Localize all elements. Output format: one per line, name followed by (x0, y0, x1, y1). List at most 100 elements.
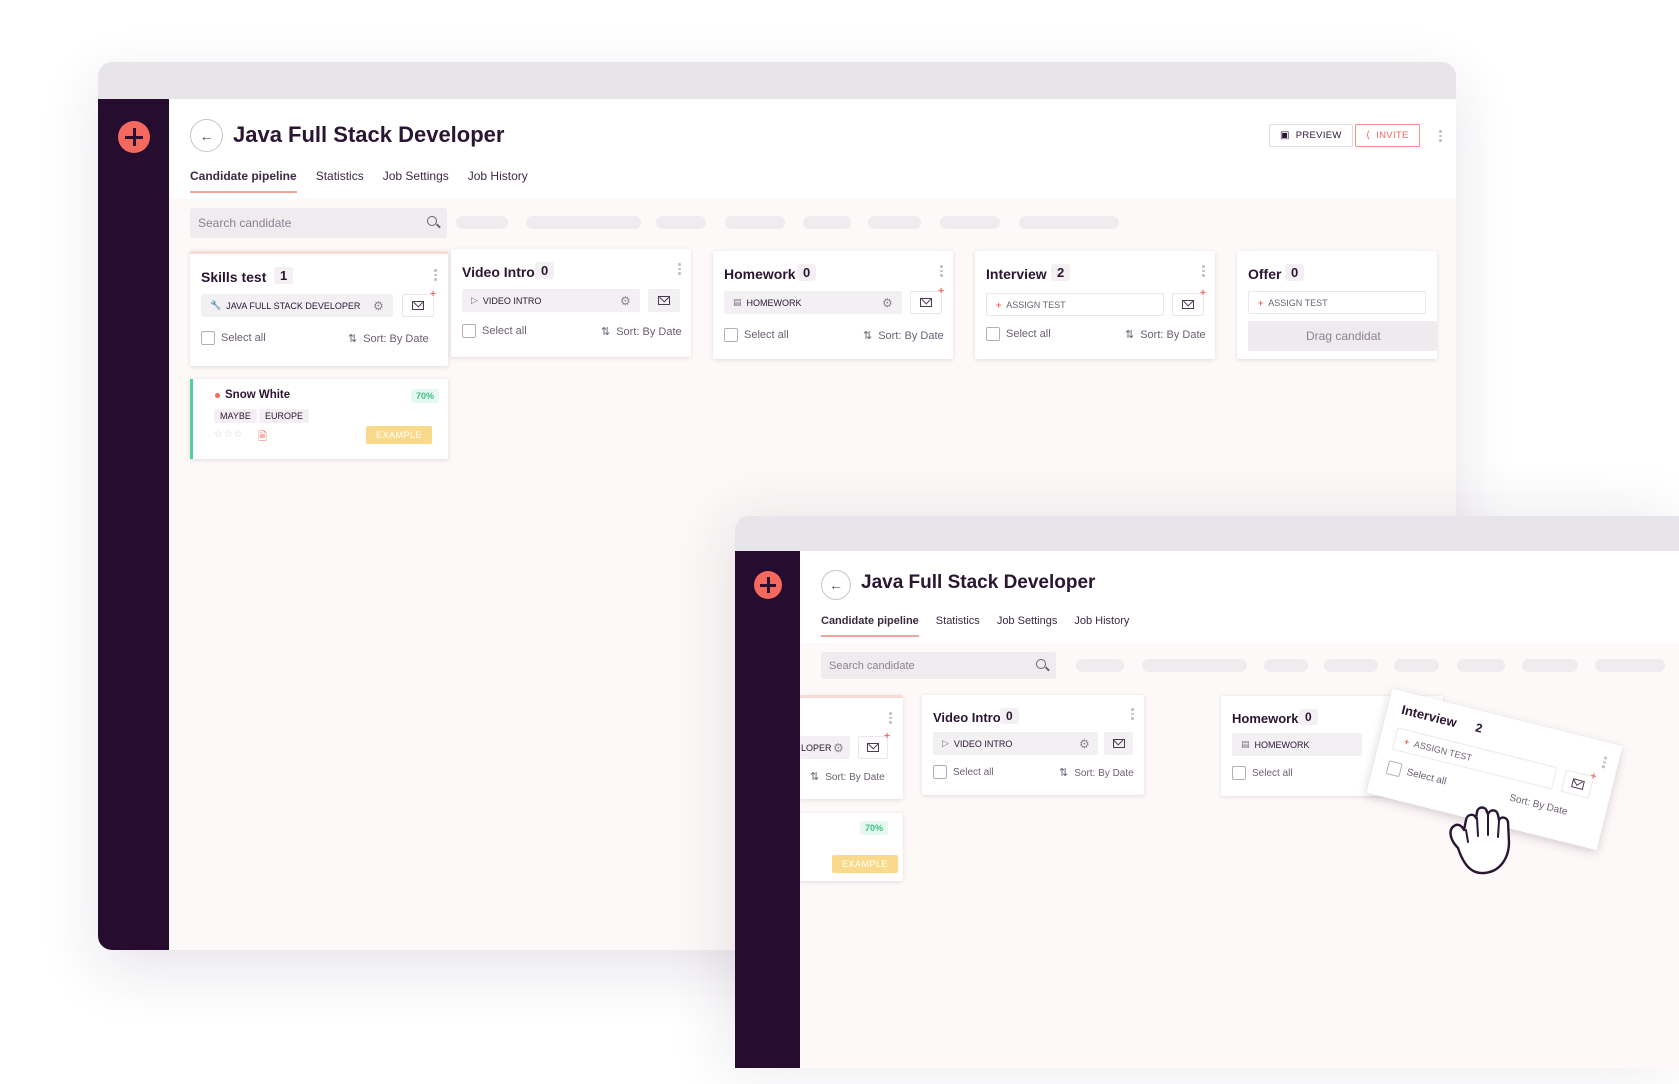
column-menu-icon[interactable] (1601, 756, 1607, 769)
drag-label: Drag candidat (1306, 329, 1381, 343)
column-menu-icon[interactable] (1131, 708, 1134, 721)
document-icon: ▤ (733, 297, 742, 307)
tab-job-settings[interactable]: Job Settings (997, 615, 1058, 637)
column-menu-icon[interactable] (940, 265, 943, 278)
select-all[interactable]: Select all (1232, 766, 1293, 780)
test-chip-label: HOMEWORK (746, 297, 802, 308)
tab-candidate-pipeline[interactable]: Candidate pipeline (821, 615, 919, 637)
select-all[interactable]: Select all (1385, 760, 1448, 788)
plus-icon: + (884, 731, 890, 742)
window-titlebar (98, 62, 1456, 99)
sort-control[interactable]: ⇅ Sort: By Date (810, 770, 885, 783)
back-button[interactable]: ← (190, 119, 223, 152)
email-button[interactable]: + (858, 731, 890, 759)
column-menu-icon[interactable] (678, 263, 681, 276)
sort-label: Sort: By Date (616, 326, 682, 338)
tab-job-settings[interactable]: Job Settings (383, 169, 449, 193)
gear-icon[interactable]: ⚙ (373, 299, 384, 313)
logo-plus-icon[interactable] (118, 121, 150, 153)
document-icon[interactable]: 🗎 (258, 428, 267, 447)
email-button[interactable]: + (910, 286, 944, 314)
test-chip-label: LOPER (801, 742, 832, 753)
logo-plus-icon[interactable] (754, 571, 782, 599)
gear-icon[interactable]: ⚙ (833, 741, 844, 755)
select-all[interactable]: Select all (724, 328, 789, 342)
column-count: 2 (1051, 264, 1071, 281)
select-all[interactable]: Select all (462, 324, 527, 338)
checkbox[interactable] (462, 324, 476, 338)
email-button[interactable]: + (1172, 288, 1206, 316)
placeholder-pill (1076, 659, 1124, 672)
sort-control[interactable]: ⇅ Sort: By Date (601, 325, 682, 338)
checkbox[interactable] (1385, 760, 1403, 778)
sort-control[interactable]: ⇅ Sort: By Date (863, 329, 944, 342)
sort-icon: ⇅ (601, 326, 611, 338)
preview-button[interactable]: ▣ PREVIEW (1269, 124, 1353, 147)
gear-icon[interactable]: ⚙ (1079, 737, 1090, 751)
test-chip[interactable]: ▷ VIDEO INTRO ⚙ (933, 732, 1098, 755)
select-all-label: Select all (1405, 766, 1448, 788)
example-badge: EXAMPLE (366, 426, 433, 444)
column-title: Homework (724, 266, 796, 282)
placeholder-pill (1019, 216, 1119, 229)
test-chip[interactable]: ▷ VIDEO INTRO ⚙ (462, 289, 640, 312)
email-button[interactable] (648, 289, 680, 312)
gear-icon[interactable]: ⚙ (882, 296, 893, 310)
checkbox[interactable] (724, 328, 738, 342)
search-input[interactable]: Search candidate (821, 652, 1056, 679)
assign-test-chip[interactable]: + ASSIGN TEST (1248, 291, 1426, 314)
pipeline-board: Search candidate LOPER ⚙ + ⇅ Sort: By Dat… (800, 643, 1679, 1068)
sort-control[interactable]: ⇅ Sort: By Date (1059, 766, 1134, 779)
select-all[interactable]: Select all (201, 331, 266, 345)
select-all[interactable]: Select all (986, 327, 1051, 341)
sort-control[interactable]: ⇅ Sort: By Date (348, 332, 429, 345)
candidate-card[interactable]: Snow White 70% MAYBE EUROPE ☆☆☆ 🗎 EXAMPL… (190, 379, 448, 459)
tab-candidate-pipeline[interactable]: Candidate pipeline (190, 169, 297, 193)
test-chip[interactable]: LOPER ⚙ (800, 736, 850, 759)
tab-statistics[interactable]: Statistics (936, 615, 980, 637)
sort-icon: ⇅ (1059, 767, 1069, 779)
column-count: 0 (1285, 264, 1305, 281)
gear-icon[interactable]: ⚙ (620, 294, 631, 308)
checkbox[interactable] (986, 327, 1000, 341)
test-chip[interactable]: ▤ HOMEWORK ⚙ (724, 291, 902, 314)
tab-job-history[interactable]: Job History (1074, 615, 1129, 637)
sort-control[interactable]: ⇅ Sort: By Date (1125, 328, 1206, 341)
checkbox[interactable] (201, 331, 215, 345)
column-menu-icon[interactable] (1202, 265, 1205, 278)
invite-label: INVITE (1376, 130, 1409, 141)
pipeline-column-video-intro: Video Intro 0 ▷ VIDEO INTRO ⚙ Select all… (922, 695, 1144, 795)
mail-icon (867, 743, 879, 752)
mail-icon (1182, 300, 1194, 309)
drag-drop-zone[interactable]: Drag candidat (1248, 321, 1437, 351)
column-menu-icon[interactable] (889, 712, 892, 725)
mail-icon (1570, 778, 1585, 790)
tab-job-history[interactable]: Job History (468, 169, 528, 193)
assign-test-chip[interactable]: + ASSIGN TEST (986, 293, 1164, 316)
pipeline-column-offer: Offer 0 + ASSIGN TEST Drag candidat (1237, 251, 1437, 359)
back-button[interactable]: ← (821, 570, 851, 600)
test-chip[interactable]: 🔧 JAVA FULL STACK DEVELOPER ⚙ (201, 294, 393, 317)
tab-statistics[interactable]: Statistics (316, 169, 364, 193)
placeholder-pill (456, 216, 508, 229)
email-button[interactable]: + (402, 289, 436, 317)
email-button[interactable] (1104, 732, 1133, 755)
email-button[interactable]: + (1560, 769, 1597, 799)
column-count: 0 (797, 264, 817, 281)
select-all[interactable]: Select all (933, 765, 994, 779)
placeholder-pill (803, 216, 851, 229)
column-menu-icon[interactable] (434, 269, 437, 282)
rating-stars-icon[interactable]: ☆☆☆ (214, 429, 244, 440)
page-title: Java Full Stack Developer (233, 122, 505, 147)
checkbox[interactable] (933, 765, 947, 779)
search-input[interactable]: Search candidate (190, 208, 447, 238)
invite-button[interactable]: ⟨ INVITE (1355, 124, 1420, 147)
plus-icon: + (996, 299, 1002, 310)
checkbox[interactable] (1232, 766, 1246, 780)
test-chip[interactable]: ▤ HOMEWORK (1232, 733, 1362, 756)
column-title: Homework (1232, 711, 1299, 726)
candidate-card[interactable]: 70% EXAMPLE (800, 813, 903, 881)
column-title: Interview (986, 266, 1047, 282)
sort-icon: ⇅ (863, 330, 873, 342)
more-options-icon[interactable] (1439, 130, 1442, 143)
